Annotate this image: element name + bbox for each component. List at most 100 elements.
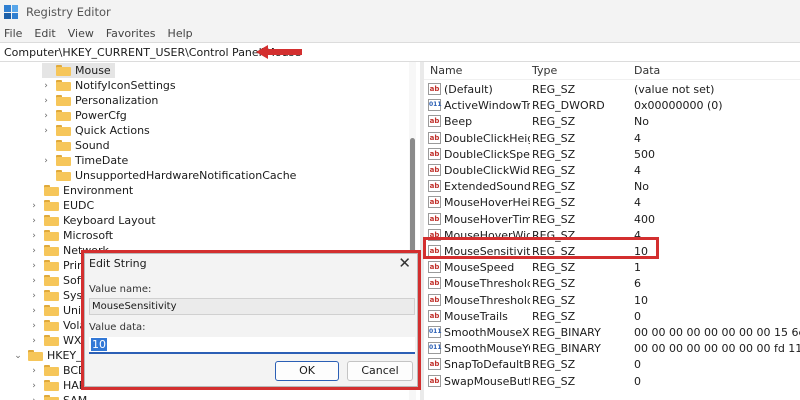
value-row[interactable]: abDoubleClickWidthREG_SZ 4 [424,163,800,179]
values-list[interactable]: Name Type Data ab (Default) REG_SZ (value n… [424,62,800,400]
dialog-title: Edit String [89,257,147,270]
value-row[interactable]: abSnapToDefaultB...REG_SZ 0 [424,357,800,373]
registry-editor-icon [4,5,18,19]
tree-item-label: Personalization [75,94,159,107]
folder-icon [28,350,43,361]
tree-item[interactable]: › Quick Actions [42,123,150,138]
string-value-icon: ab [428,131,441,144]
value-row[interactable]: abMouseHoverHei...REG_SZ 4 [424,195,800,211]
address-bar[interactable]: Computer\HKEY_CURRENT_USER\Control Panel… [0,42,800,62]
tree-item[interactable]: Sound [42,138,110,153]
value-row[interactable]: abDoubleClickSpeedREG_SZ 500 [424,147,800,163]
value-name-field: MouseSensitivity [89,298,415,315]
value-name: ActiveWindowTr... [444,99,530,113]
value-data: 0x00000000 (0) [634,99,723,113]
tree-item-label: SAM [63,394,87,400]
values-header: Name Type Data [424,62,800,80]
binary-value-icon: 011 [428,99,442,112]
value-name: ExtendedSounds [444,180,530,194]
column-name-header[interactable]: Name [430,64,462,77]
string-value-icon: ab [428,358,441,371]
cancel-button[interactable]: Cancel [347,361,413,381]
value-data: 4 [634,164,641,177]
chevron-icon[interactable]: › [42,126,50,136]
binary-value-icon: 011 [428,326,442,338]
column-data-header[interactable]: Data [634,64,660,77]
folder-icon [56,110,71,121]
folder-icon [56,80,71,91]
value-row[interactable]: abDoubleClickHeig...REG_SZ 4 [424,131,800,147]
value-name: MouseHoverHei... [444,196,530,210]
tree-item[interactable]: › Microsoft [30,228,113,243]
chevron-icon[interactable]: › [30,201,38,211]
value-data-input[interactable] [89,337,415,354]
value-type: REG_SZ [532,196,576,210]
ok-button[interactable]: OK [275,361,339,381]
tree-item-label: Mouse [75,64,111,77]
value-row[interactable]: abSwapMouseButt...REG_SZ 0 [424,374,800,390]
tree-item[interactable]: › SAM [30,393,87,400]
menu-edit[interactable]: Edit [34,27,55,40]
tree-item[interactable]: UnsupportedHardwareNotificationCache [42,168,296,183]
value-data-selected-text[interactable]: 10 [91,338,107,351]
folder-icon [56,170,71,181]
folder-icon [44,380,59,391]
folder-icon [44,395,59,400]
folder-icon [44,185,59,196]
tree-item[interactable]: › Keyboard Layout [30,213,155,228]
tree-item[interactable]: › TimeDate [42,153,128,168]
string-value-icon: ab [428,277,441,290]
chevron-icon[interactable]: › [30,261,38,271]
chevron-icon[interactable]: › [30,231,38,241]
value-name: (Default) [444,83,493,96]
value-name: DoubleClickWidth [444,164,530,177]
menu-view[interactable]: View [68,27,94,40]
menu-file[interactable]: File [4,27,22,40]
value-row[interactable]: 011SmoothMouseX...REG_BINARY 00 00 00 00 … [424,325,800,341]
chevron-icon[interactable]: › [30,396,38,400]
value-row[interactable]: ab Beep REG_SZ No [424,114,800,130]
tree-item[interactable]: › PowerCfg [42,108,127,123]
value-row[interactable]: abMouseThreshold2REG_SZ 10 [424,293,800,309]
value-row[interactable]: ab MouseHoverTime REG_SZ 400 [424,212,800,228]
value-row[interactable]: abMouseThreshold1REG_SZ 6 [424,276,800,292]
value-row[interactable]: ab (Default) REG_SZ (value not set) [424,82,800,98]
value-row[interactable]: ab MouseTrails REG_SZ 0 [424,309,800,325]
value-data: 10 [634,293,648,307]
column-type-header[interactable]: Type [532,64,557,77]
menu-help[interactable]: Help [168,27,193,40]
chevron-icon[interactable]: › [30,321,38,331]
value-row[interactable]: 011ActiveWindowTr...REG_DWORD 0x00000000 … [424,98,800,114]
chevron-icon[interactable]: › [30,246,38,256]
value-row[interactable]: ab MouseSpeed REG_SZ 1 [424,260,800,276]
chevron-icon[interactable]: › [30,381,38,391]
chevron-icon[interactable]: › [42,156,50,166]
chevron-icon[interactable]: ⌄ [14,351,22,361]
chevron-icon[interactable]: › [42,111,50,121]
value-row[interactable]: ab ExtendedSounds REG_SZ No [424,179,800,195]
chevron-icon[interactable]: › [30,336,38,346]
tree-item[interactable]: › Personalization [42,93,158,108]
tree-item[interactable]: Environment [30,183,133,198]
chevron-icon[interactable]: › [30,276,38,286]
tree-item[interactable]: Mouse [42,63,115,78]
value-row[interactable]: 011SmoothMouseYC...REG_BINARY 00 00 00 00… [424,341,800,357]
value-type: REG_SZ [532,147,576,161]
chevron-icon[interactable]: › [30,366,38,376]
menu-bar: File Edit View Favorites Help [0,24,800,42]
tree-item[interactable]: › NotifyIconSettings [42,78,175,93]
chevron-icon[interactable]: › [30,291,38,301]
tree-item[interactable]: › EUDC [30,198,94,213]
tree-item[interactable]: › WXP [30,333,88,348]
chevron-icon[interactable]: › [42,81,50,91]
value-data: 6 [634,277,641,291]
chevron-icon[interactable]: › [30,306,38,316]
chevron-icon[interactable]: › [30,216,38,226]
binary-value-icon: 011 [428,342,442,355]
chevron-icon[interactable]: › [42,96,50,106]
value-type: REG_SZ [532,164,576,177]
value-type: REG_SZ [532,309,576,323]
menu-favorites[interactable]: Favorites [106,27,156,40]
tree-item-label: Sound [75,139,110,152]
close-icon[interactable]: ✕ [398,254,411,272]
